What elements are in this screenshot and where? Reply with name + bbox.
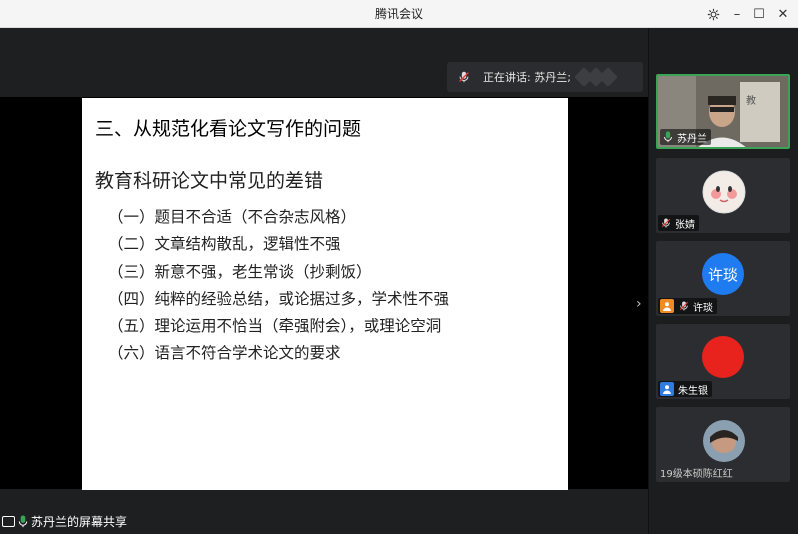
mic-icon <box>664 131 672 143</box>
participant-name: 朱生银 <box>678 385 708 397</box>
participant-name: 苏丹兰 <box>677 133 707 145</box>
participant-label: 朱生银 <box>658 381 712 397</box>
close-button[interactable]: ✕ <box>768 0 798 28</box>
avatar <box>702 170 746 214</box>
list-item: （五）理论运用不恰当（牵强附会），或理论空洞 <box>108 317 442 336</box>
participant-tile[interactable]: 张婧 <box>656 158 790 233</box>
list-item: （三）新意不强，老生常谈（抄剩饭） <box>108 262 372 281</box>
mic-muted-icon <box>661 218 671 228</box>
list-item: （一）题目不合适（不合杂志风格） <box>108 208 357 226</box>
person-icon <box>660 382 674 396</box>
participant-label: 许琰 <box>658 298 717 314</box>
list-item: （二）文章结构散乱，逻辑性不强 <box>108 235 341 254</box>
screen-share-icon <box>2 515 15 527</box>
window-title: 腾讯会议 <box>374 7 423 21</box>
participant-label: 苏丹兰 <box>660 129 711 145</box>
mic-icon <box>18 514 28 527</box>
slide-list: （一）题目不合适（不合杂志风格） （二）文章结构散乱，逻辑性不强 （三）新意不强… <box>108 204 449 368</box>
mic-muted-icon <box>459 71 469 83</box>
title-bar: 腾讯会议 – ☐ ✕ <box>0 0 798 28</box>
participant-sidebar: 教 苏丹兰 张婧 许琰 许琰 朱生银 19级本硕陈红红 <box>648 28 798 534</box>
slide-subheading: 教育科研论文中常见的差错 <box>95 170 324 192</box>
participant-tile[interactable]: 朱生银 <box>656 324 790 399</box>
participant-label: 19级本硕陈红红 <box>658 464 737 480</box>
participant-tile[interactable]: 教 苏丹兰 <box>656 74 790 149</box>
speaking-indicator: 正在讲话: 苏丹兰; <box>447 62 643 92</box>
screen-share-area: 正在讲话: 苏丹兰; 三、从规范化看论文写作的问题 教育科研论文中常见的差错 （… <box>0 28 648 534</box>
participant-name: 19级本硕陈红红 <box>660 468 733 480</box>
avatar <box>702 336 744 378</box>
list-item: （六）语言不符合学术论文的要求 <box>108 344 341 363</box>
list-item: （四）纯粹的经验总结，或论据过多，学术性不强 <box>108 289 450 308</box>
participant-name: 许琰 <box>693 302 713 314</box>
svg-text:教: 教 <box>746 94 756 107</box>
mic-muted-icon <box>679 301 689 311</box>
speaking-label: 正在讲话: 苏丹兰; <box>483 71 571 84</box>
slide-heading: 三、从规范化看论文写作的问题 <box>95 118 362 140</box>
share-status: 苏丹兰的屏幕共享 <box>2 511 127 531</box>
avatar <box>703 420 745 462</box>
participant-tile[interactable]: 19级本硕陈红红 <box>656 407 790 482</box>
chevron-right-icon[interactable]: › <box>636 296 642 312</box>
participant-tile[interactable]: 许琰 许琰 <box>656 241 790 316</box>
participant-name: 张婧 <box>675 219 695 231</box>
speaker-avatars <box>574 67 618 87</box>
avatar: 许琰 <box>702 253 744 295</box>
share-status-text: 苏丹兰的屏幕共享 <box>31 514 128 529</box>
person-icon <box>660 299 674 313</box>
presentation-slide: 三、从规范化看论文写作的问题 教育科研论文中常见的差错 （一）题目不合适（不合杂… <box>82 98 568 490</box>
participant-label: 张婧 <box>658 215 699 231</box>
